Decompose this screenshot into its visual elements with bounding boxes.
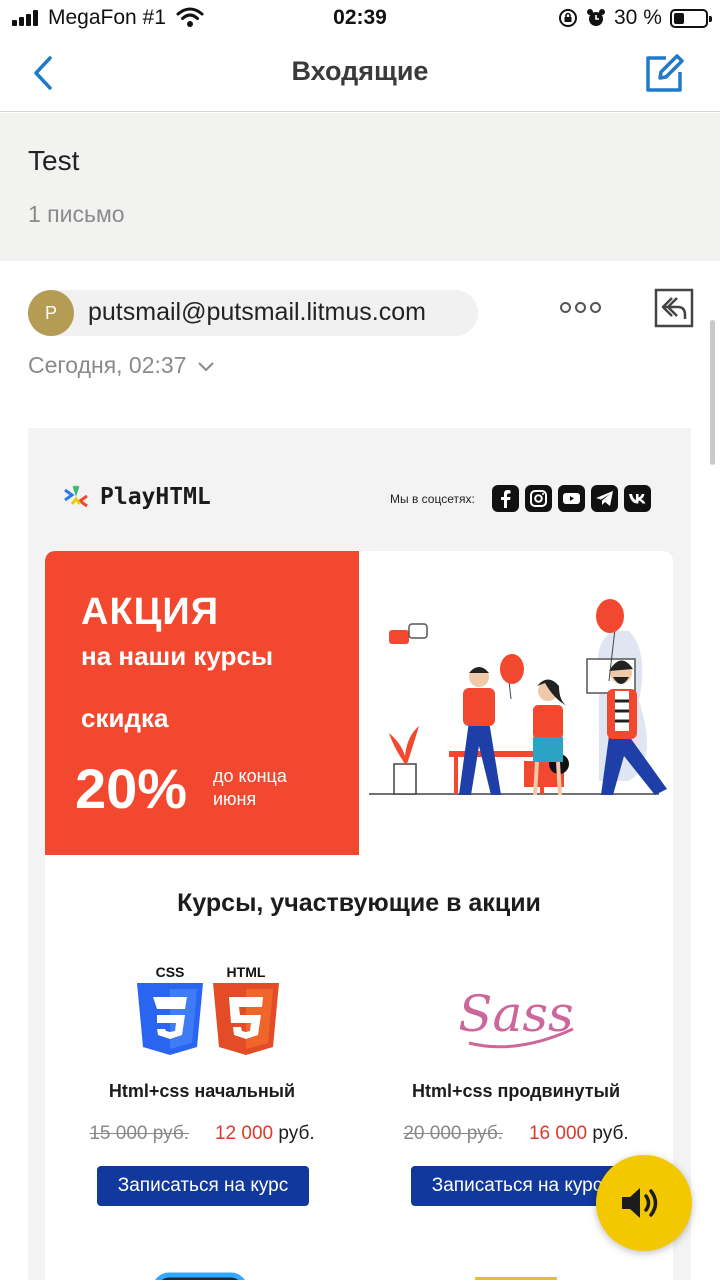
old-price: 15 000 руб. xyxy=(89,1123,189,1144)
more-options-button[interactable] xyxy=(560,300,602,316)
course-logo-partial xyxy=(475,1277,557,1280)
currency: руб. xyxy=(592,1123,629,1144)
reply-button[interactable] xyxy=(654,288,694,328)
new-price: 12 000 xyxy=(214,1123,274,1144)
youtube-link[interactable] xyxy=(558,485,585,512)
currency: руб. xyxy=(278,1123,315,1144)
telegram-link[interactable] xyxy=(591,485,618,512)
rotation-lock-icon xyxy=(559,9,577,27)
youtube-icon xyxy=(563,493,580,504)
sender-email: putsmail@putsmail.litmus.com xyxy=(88,298,426,326)
promo-deadline: до конца июня xyxy=(213,766,287,809)
sound-button[interactable] xyxy=(596,1155,692,1251)
course-name: Html+css начальный xyxy=(108,1081,296,1101)
promo-discount-label: скидка xyxy=(81,703,169,733)
courses-title: Курсы, участвующие в акции xyxy=(177,889,541,917)
carrier-name: MegaFon #1 xyxy=(48,6,166,29)
course-prices: 20 000 руб. 16 000 руб. xyxy=(359,1123,673,1145)
promo-illustration xyxy=(369,599,667,796)
promo-card: АКЦИЯ на наши курсы скидка 20% до конца … xyxy=(45,551,673,1280)
old-price: 20 000 руб. xyxy=(403,1123,503,1144)
signal-icon xyxy=(12,10,42,26)
message-date-toggle[interactable]: Сегодня, 02:37 xyxy=(28,352,215,379)
wifi-icon xyxy=(176,7,204,27)
status-bar: MegaFon #1 02:39 30 % xyxy=(0,0,720,38)
course-logo-partial xyxy=(155,1272,245,1280)
chevron-left-icon xyxy=(34,56,52,90)
email-body: PlayHTML Мы в соцсетях: АКЦИЯ на наши ку… xyxy=(28,428,691,1280)
alarm-icon xyxy=(587,9,605,26)
compose-button[interactable] xyxy=(640,50,688,96)
thread-subject: Test xyxy=(28,145,80,176)
thread-header: Test 1 письмо xyxy=(0,113,720,261)
scrollbar[interactable] xyxy=(710,320,715,465)
compose-icon xyxy=(646,54,684,92)
instagram-icon xyxy=(530,490,547,507)
vk-link[interactable] xyxy=(624,485,651,512)
facebook-icon xyxy=(501,490,511,508)
promo-discount-percent: 20% xyxy=(75,757,188,820)
promo-subtitle: на наши курсы xyxy=(81,641,274,671)
vk-icon xyxy=(629,494,646,504)
playhtml-logo xyxy=(64,485,88,508)
reply-icon xyxy=(654,288,694,328)
chevron-down-icon xyxy=(198,362,214,372)
telegram-icon xyxy=(596,491,613,506)
svg-text:CSS: CSS xyxy=(156,964,185,980)
new-price: 16 000 xyxy=(528,1123,588,1144)
social-label: Мы в соцсетях: xyxy=(390,492,475,506)
enroll-button[interactable]: Записаться на курс xyxy=(97,1166,309,1206)
navigation-bar: Входящие xyxy=(0,38,720,112)
svg-text:HTML: HTML xyxy=(227,964,266,980)
facebook-link[interactable] xyxy=(492,485,519,512)
thread-message-count: 1 письмо xyxy=(28,201,125,227)
course-prices: 15 000 руб. 12 000 руб. xyxy=(45,1123,359,1145)
promo-title: АКЦИЯ xyxy=(81,591,220,633)
battery-percent: 30 % xyxy=(614,6,662,29)
message-date: Сегодня, 02:37 xyxy=(28,352,187,378)
instagram-link[interactable] xyxy=(525,485,552,512)
enroll-button[interactable]: Записаться на курс xyxy=(411,1166,623,1206)
battery-icon xyxy=(670,9,712,28)
course-card: CSS HTML Html+css начальный 15 000 руб. 1… xyxy=(45,951,359,1221)
promo-banner: АКЦИЯ на наши курсы скидка 20% до конца … xyxy=(45,551,359,855)
brand-name: PlayHTML xyxy=(100,484,211,510)
avatar: P xyxy=(28,290,74,336)
speaker-icon xyxy=(622,1188,658,1218)
sender-chip[interactable]: P putsmail@putsmail.litmus.com xyxy=(28,290,478,336)
back-button[interactable] xyxy=(24,52,64,96)
sass-logo: Sass xyxy=(458,985,574,1049)
course-name: Html+css продвинутый xyxy=(411,1081,621,1101)
page-title: Входящие xyxy=(291,56,429,86)
css-html-logo: CSS HTML xyxy=(137,964,279,1055)
